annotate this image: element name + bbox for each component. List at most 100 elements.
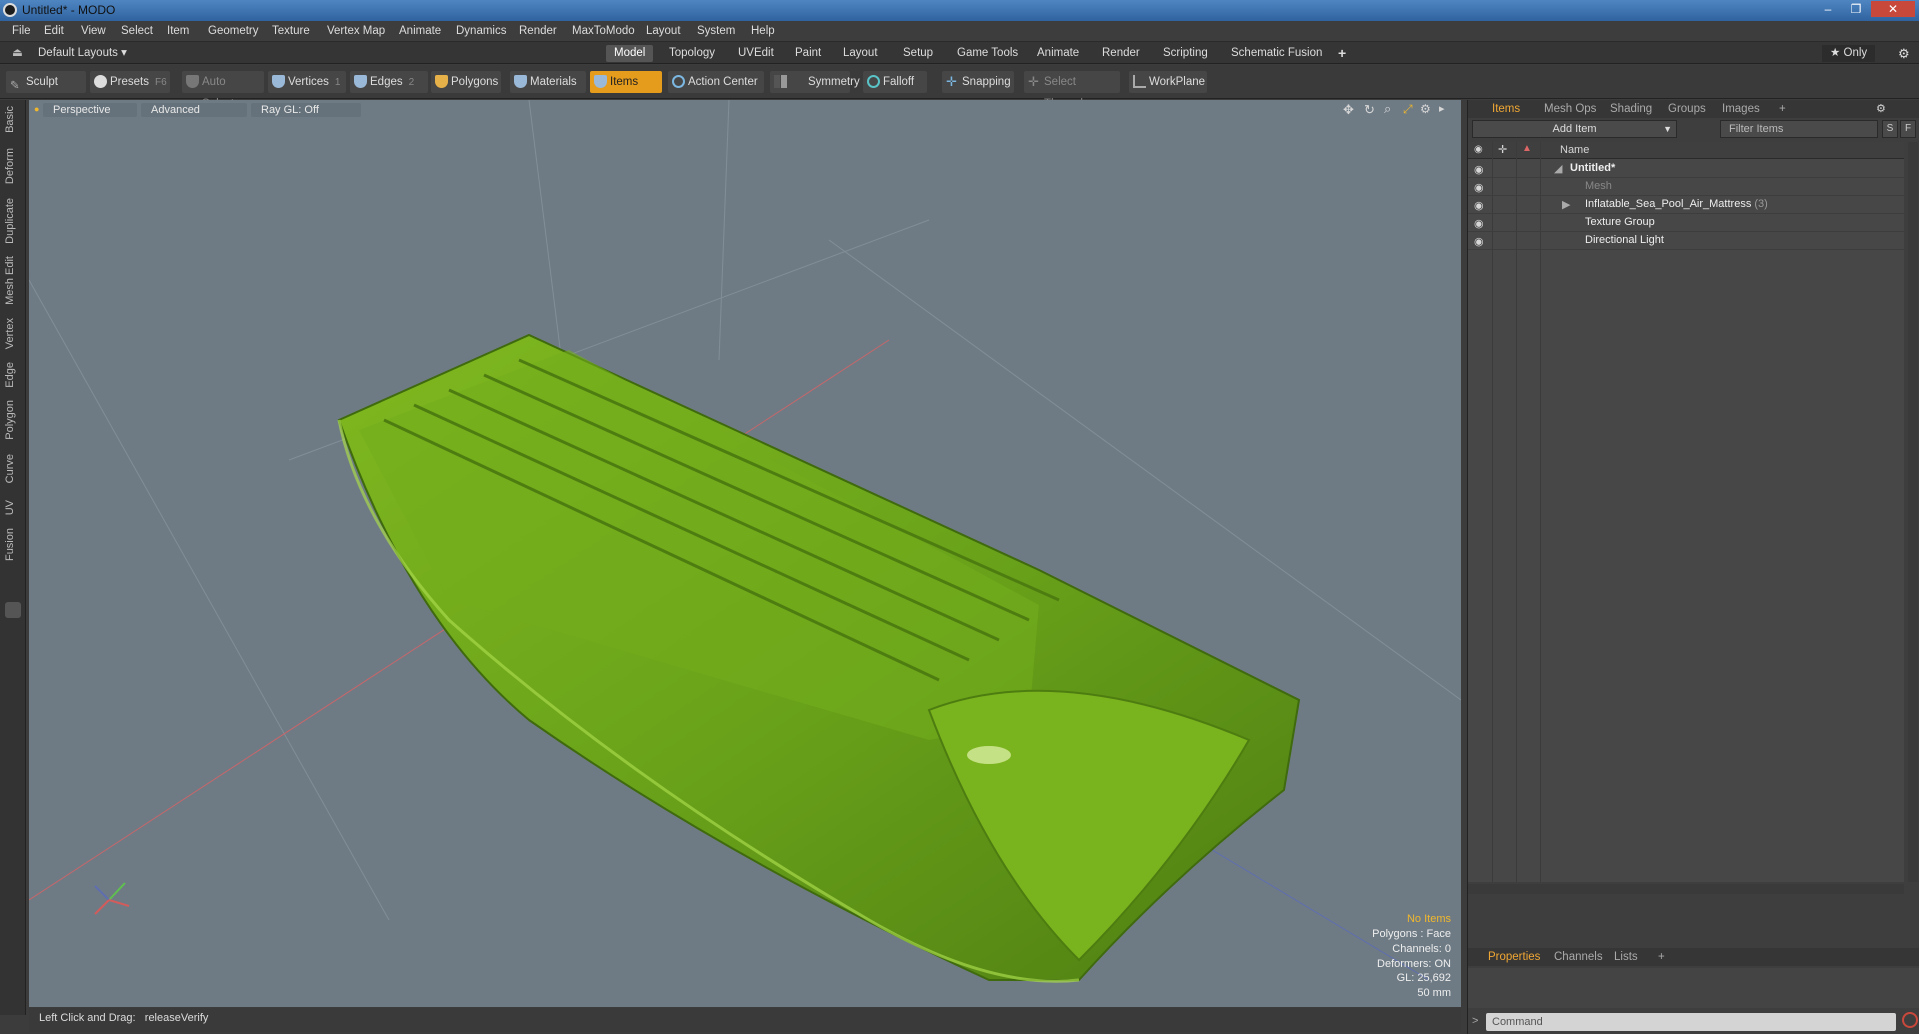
tab-render[interactable]: Render — [1094, 45, 1148, 62]
workplane-button[interactable]: WorkPlane — [1129, 71, 1207, 93]
type-column-icon[interactable]: ▲ — [1522, 143, 1532, 154]
tab-fusion[interactable]: Fusion — [4, 528, 16, 561]
tab-mesh-ops[interactable]: Mesh Ops — [1538, 103, 1602, 115]
menu-edit[interactable]: Edit — [44, 25, 64, 37]
tab-schematic-fusion[interactable]: Schematic Fusion — [1223, 45, 1330, 62]
maximize-viewport-icon[interactable]: ⤢ — [1403, 102, 1413, 117]
3d-viewport[interactable]: ● Perspective Advanced Ray GL: Off ✥ ↻ ⌕… — [29, 100, 1461, 1007]
name-column-header[interactable]: Name — [1560, 144, 1589, 156]
symmetry-button[interactable]: Symmetry — [770, 71, 860, 93]
visibility-column-eye-icon[interactable]: ◉ — [1474, 144, 1483, 155]
tab-basic[interactable]: Basic — [4, 106, 16, 133]
tab-topology[interactable]: Topology — [661, 45, 723, 62]
list-item[interactable]: ◉ ▶ Inflatable_Sea_Pool_Air_Mattress (3) — [1468, 196, 1904, 214]
filter-s-button[interactable]: S — [1882, 120, 1898, 138]
eye-icon[interactable]: ◉ — [1474, 181, 1486, 194]
pan-icon[interactable]: ✥ — [1343, 102, 1354, 118]
tab-lists[interactable]: Lists — [1608, 951, 1644, 963]
menu-animate[interactable]: Animate — [399, 25, 441, 37]
items-button[interactable]: Items — [590, 71, 662, 93]
tab-animate[interactable]: Animate — [1029, 45, 1087, 62]
command-stop-icon[interactable] — [1902, 1012, 1918, 1028]
menu-vertex-map[interactable]: Vertex Map — [327, 25, 385, 37]
zoom-icon[interactable]: ⌕ — [1384, 101, 1391, 117]
maximize-button[interactable]: ❐ — [1843, 1, 1869, 17]
menu-file[interactable]: File — [12, 25, 31, 37]
menu-item[interactable]: Item — [167, 25, 189, 37]
add-panel-tab-button[interactable]: + — [1773, 103, 1792, 115]
action-center-button[interactable]: Action Center — [668, 71, 764, 93]
add-item-dropdown[interactable]: Add Item ▼ — [1472, 120, 1677, 138]
eye-icon[interactable]: ◉ — [1474, 217, 1486, 230]
tab-uvedit[interactable]: UVEdit — [730, 45, 782, 62]
list-item[interactable]: ◉ Directional Light — [1468, 232, 1904, 250]
gear-icon[interactable]: ⚙ — [1890, 45, 1918, 62]
tab-vertex[interactable]: Vertex — [4, 318, 16, 349]
expand-arrow-icon[interactable]: ▶ — [1562, 198, 1570, 211]
viewport-expand-icon[interactable]: ▸ — [1439, 102, 1445, 115]
command-input[interactable]: Command — [1486, 1013, 1896, 1031]
tab-curve[interactable]: Curve — [4, 454, 16, 483]
panel-settings-icon[interactable]: ⚙ — [1876, 102, 1886, 115]
list-item[interactable]: ◉ ◢ Untitled* — [1468, 160, 1904, 178]
sculpt-button[interactable]: ✎ Sculpt — [6, 71, 86, 93]
eye-icon[interactable]: ◉ — [1474, 235, 1486, 248]
collapse-arrow-icon[interactable]: ◢ — [1554, 162, 1562, 175]
eye-icon[interactable]: ◉ — [1474, 163, 1486, 176]
tab-channels[interactable]: Channels — [1548, 951, 1609, 963]
item-list-scrollbar[interactable] — [1908, 142, 1918, 882]
tab-paint[interactable]: Paint — [787, 45, 829, 62]
view-type-selector[interactable]: Perspective — [43, 103, 137, 117]
tab-properties[interactable]: Properties — [1482, 951, 1546, 963]
list-item[interactable]: ◉ Texture Group — [1468, 214, 1904, 232]
menu-render[interactable]: Render — [519, 25, 557, 37]
raygl-toggle[interactable]: Ray GL: Off — [251, 103, 361, 117]
lock-column-icon[interactable]: ✛ — [1498, 143, 1507, 156]
viewport-settings-icon[interactable]: ⚙ — [1420, 102, 1431, 116]
auto-select-button[interactable]: Auto Select — [182, 71, 264, 110]
air-mattress-model[interactable] — [337, 333, 1301, 983]
minimize-button[interactable]: – — [1815, 1, 1841, 17]
tab-items[interactable]: Items — [1486, 103, 1526, 115]
menu-texture[interactable]: Texture — [272, 25, 310, 37]
shading-selector[interactable]: Advanced — [141, 103, 247, 117]
tab-game-tools[interactable]: Game Tools — [949, 45, 1026, 62]
materials-button[interactable]: Materials — [510, 71, 586, 93]
palette-toggle-button[interactable] — [5, 602, 21, 618]
list-item[interactable]: ◉ Mesh — [1468, 178, 1904, 196]
menu-help[interactable]: Help — [751, 25, 775, 37]
menu-maxtomodo[interactable]: MaxToModo — [572, 25, 635, 37]
presets-button[interactable]: Presets F6 — [90, 71, 170, 93]
tab-polygon[interactable]: Polygon — [4, 400, 16, 440]
tab-duplicate[interactable]: Duplicate — [4, 198, 16, 244]
only-toggle[interactable]: ★ Only — [1822, 45, 1876, 62]
menu-view[interactable]: View — [81, 25, 106, 37]
add-tab-button[interactable]: + — [1330, 45, 1354, 62]
tab-mesh-edit[interactable]: Mesh Edit — [4, 256, 16, 305]
menu-geometry[interactable]: Geometry — [208, 25, 259, 37]
tab-deform[interactable]: Deform — [4, 148, 16, 184]
menu-layout[interactable]: Layout — [646, 25, 681, 37]
falloff-button[interactable]: Falloff — [863, 71, 927, 93]
layout-toggle-icon[interactable]: ⏏ — [4, 45, 31, 62]
tab-uv[interactable]: UV — [4, 500, 16, 515]
tab-shading[interactable]: Shading — [1604, 103, 1658, 115]
eye-icon[interactable]: ◉ — [1474, 199, 1486, 212]
menu-dynamics[interactable]: Dynamics — [456, 25, 506, 37]
edges-button[interactable]: Edges 2 — [350, 71, 428, 93]
item-list-hscrollbar[interactable] — [1468, 884, 1904, 894]
rotate-icon[interactable]: ↻ — [1364, 102, 1375, 118]
close-button[interactable]: ✕ — [1871, 1, 1915, 17]
viewport-menu-icon[interactable]: ● — [34, 104, 39, 114]
filter-f-button[interactable]: F — [1900, 120, 1916, 138]
tab-scripting[interactable]: Scripting — [1155, 45, 1216, 62]
tab-model[interactable]: Model — [606, 45, 654, 62]
layout-selector[interactable]: Default Layouts ▾ — [30, 45, 135, 62]
polygons-button[interactable]: Polygons — [431, 71, 501, 93]
tab-setup[interactable]: Setup — [895, 45, 941, 62]
filter-items-input[interactable]: Filter Items — [1720, 120, 1878, 138]
tab-layout[interactable]: Layout — [835, 45, 886, 62]
menu-system[interactable]: System — [697, 25, 735, 37]
menu-select[interactable]: Select — [121, 25, 153, 37]
select-through-button[interactable]: ✛Select Through — [1024, 71, 1120, 110]
